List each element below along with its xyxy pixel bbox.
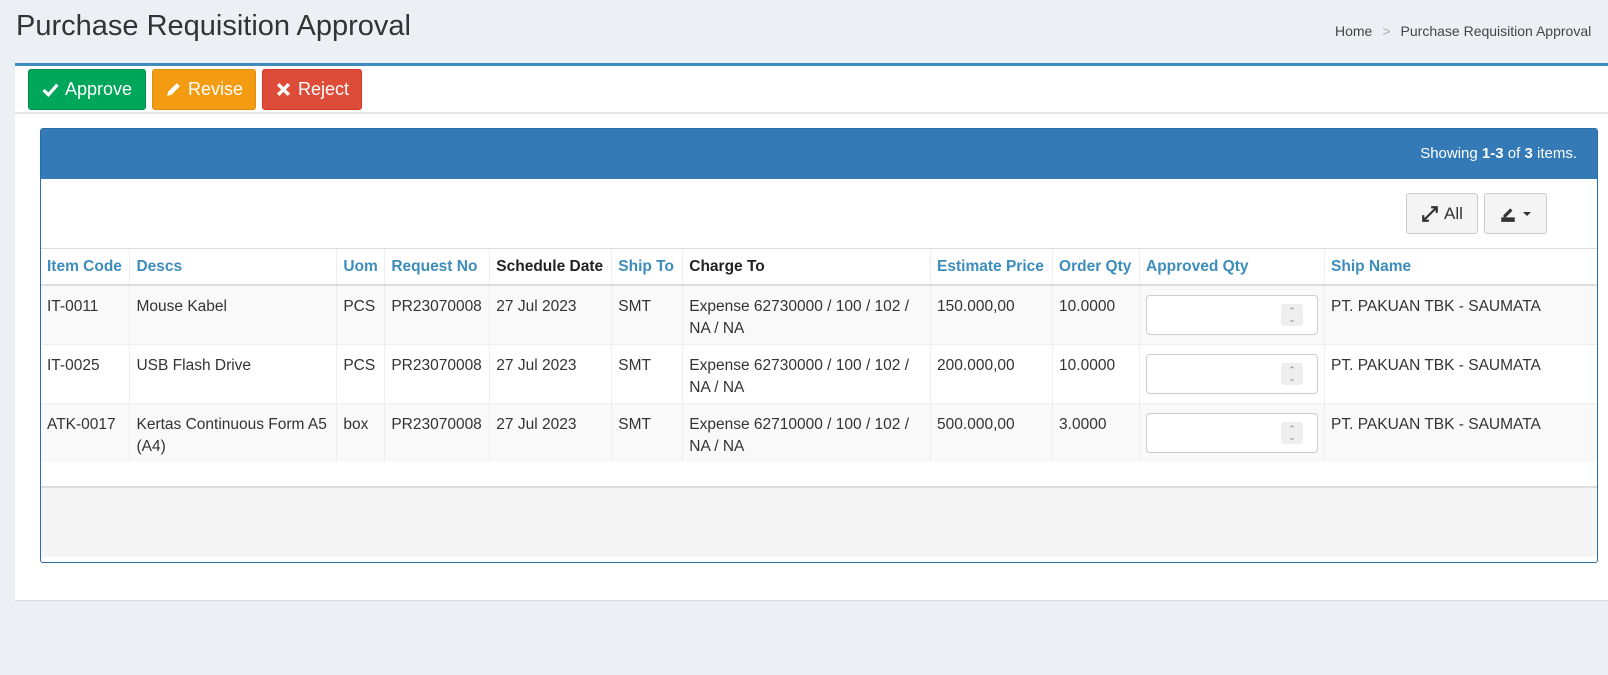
summary-total: 3 (1524, 145, 1533, 162)
cell-request-no: PR23070008 (384, 284, 491, 344)
grid-heading: Showing 1-3 of 3 items. (41, 129, 1597, 179)
qty-stepper[interactable]: ⌃ ⌄ (1281, 362, 1304, 385)
cell-charge-to: Expense 62730000 / 100 / 102 / NA / NA (682, 284, 932, 344)
column-header-schedule-date: Schedule Date (489, 249, 613, 286)
cell-order-qty: 10.0000 (1052, 343, 1141, 403)
cell-estimate-price: 200.000,00 (930, 343, 1054, 403)
cell-schedule-date: 27 Jul 2023 (489, 284, 613, 344)
table-header-row: Item Code Descs Uom Request No Schedule … (41, 249, 1597, 286)
summary-range: 1-3 (1481, 145, 1504, 162)
column-header-request-no[interactable]: Request No (384, 249, 491, 286)
cell-order-qty: 10.0000 (1052, 284, 1141, 344)
cell-descs: Mouse Kabel (129, 284, 338, 344)
cell-uom: PCS (336, 343, 386, 403)
cell-estimate-price: 150.000,00 (930, 284, 1054, 344)
cell-request-no: PR23070008 (384, 402, 491, 462)
table-row[interactable]: IT-0011 Mouse Kabel PCS PR23070008 27 Ju… (41, 284, 1597, 344)
cell-estimate-price: 500.000,00 (930, 402, 1054, 462)
grid-toolbar: All (41, 179, 1597, 249)
cell-schedule-date: 27 Jul 2023 (489, 343, 613, 403)
summary-suffix: items. (1536, 145, 1577, 162)
column-header-estimate-price[interactable]: Estimate Price (930, 249, 1054, 286)
chevron-down-icon[interactable]: ⌄ (1288, 373, 1296, 382)
action-toolbar: Approve Revise Reject (15, 66, 1608, 114)
chevron-down-icon[interactable]: ⌄ (1288, 315, 1296, 324)
content-box: Approve Revise Reject Showing 1-3 of 3 i… (15, 63, 1608, 600)
column-header-charge-to: Charge To (682, 249, 932, 286)
column-header-ship-name[interactable]: Ship Name (1324, 249, 1597, 286)
approve-button[interactable]: Approve (28, 69, 146, 110)
cell-item-code: IT-0011 (41, 284, 131, 344)
cell-ship-to: SMT (611, 402, 684, 462)
breadcrumb-separator: > (1382, 23, 1391, 39)
cell-approved-qty: ⌃ ⌄ (1139, 402, 1326, 462)
pencil-icon (167, 83, 180, 96)
cell-order-qty: 3.0000 (1052, 402, 1141, 462)
approve-label: Approve (64, 79, 133, 99)
qty-stepper[interactable]: ⌃ ⌄ (1281, 421, 1304, 444)
cell-descs: Kertas Continuous Form A5 (A4) (129, 402, 338, 462)
cell-ship-to: SMT (611, 343, 684, 403)
table-row[interactable]: ATK-0017 Kertas Continuous Form A5 (A4) … (41, 402, 1597, 462)
approved-qty-input[interactable]: ⌃ ⌄ (1146, 295, 1319, 335)
summary-of: of (1507, 145, 1521, 162)
cell-uom: box (336, 402, 386, 462)
cell-descs: USB Flash Drive (129, 343, 338, 403)
toggle-all-label: All (1444, 203, 1463, 223)
cell-ship-name: PT. PAKUAN TBK - SAUMATA (1324, 284, 1597, 344)
cell-item-code: ATK-0017 (41, 402, 131, 462)
table-filler (41, 462, 1597, 487)
cell-item-code: IT-0025 (41, 343, 131, 403)
times-icon (276, 82, 290, 97)
cell-charge-to: Expense 62710000 / 100 / 102 / NA / NA (682, 402, 932, 462)
page-title: Purchase Requisition Approval (16, 10, 411, 42)
reject-label: Reject (297, 79, 350, 99)
export-dropdown-button[interactable] (1484, 193, 1547, 234)
cell-ship-name: PT. PAKUAN TBK - SAUMATA (1324, 343, 1597, 403)
summary-prefix: Showing (1420, 145, 1478, 162)
grid-summary: Showing 1-3 of 3 items. (1420, 145, 1577, 162)
approved-qty-input[interactable]: ⌃ ⌄ (1146, 412, 1319, 453)
check-icon (42, 83, 59, 98)
cell-approved-qty: ⌃ ⌄ (1139, 343, 1326, 403)
expand-icon (1422, 205, 1438, 222)
cell-uom: PCS (336, 284, 386, 344)
qty-stepper[interactable]: ⌃ ⌄ (1281, 304, 1304, 326)
reject-button[interactable]: Reject (262, 69, 362, 110)
column-header-item-code[interactable]: Item Code (41, 249, 131, 286)
column-header-order-qty[interactable]: Order Qty (1052, 249, 1141, 286)
cell-request-no: PR23070008 (384, 343, 491, 403)
chevron-down-icon[interactable]: ⌄ (1288, 432, 1296, 441)
grid-panel: Showing 1-3 of 3 items. All Item Code De… (40, 128, 1598, 563)
cell-ship-to: SMT (611, 284, 684, 344)
toggle-all-button[interactable]: All (1406, 193, 1478, 234)
breadcrumb-home[interactable]: Home (1335, 23, 1372, 39)
column-header-uom[interactable]: Uom (336, 249, 386, 286)
approved-qty-input[interactable]: ⌃ ⌄ (1146, 353, 1319, 394)
table-row[interactable]: IT-0025 USB Flash Drive PCS PR23070008 2… (41, 343, 1597, 403)
cell-ship-name: PT. PAKUAN TBK - SAUMATA (1324, 402, 1597, 462)
grid-footer (41, 487, 1597, 557)
cell-schedule-date: 27 Jul 2023 (489, 402, 613, 462)
cell-approved-qty: ⌃ ⌄ (1139, 284, 1326, 344)
revise-label: Revise (187, 79, 244, 99)
cell-charge-to: Expense 62730000 / 100 / 102 / NA / NA (682, 343, 932, 403)
column-header-ship-to[interactable]: Ship To (611, 249, 684, 286)
caret-down-icon (1523, 211, 1531, 216)
revise-button[interactable]: Revise (152, 69, 256, 110)
grid-table: Item Code Descs Uom Request No Schedule … (41, 249, 1597, 462)
breadcrumb-current: Purchase Requisition Approval (1400, 23, 1592, 39)
column-header-descs[interactable]: Descs (129, 249, 338, 286)
breadcrumb: Home > Purchase Requisition Approval (1335, 23, 1591, 39)
export-icon (1501, 207, 1515, 222)
column-header-approved-qty[interactable]: Approved Qty (1139, 249, 1326, 286)
